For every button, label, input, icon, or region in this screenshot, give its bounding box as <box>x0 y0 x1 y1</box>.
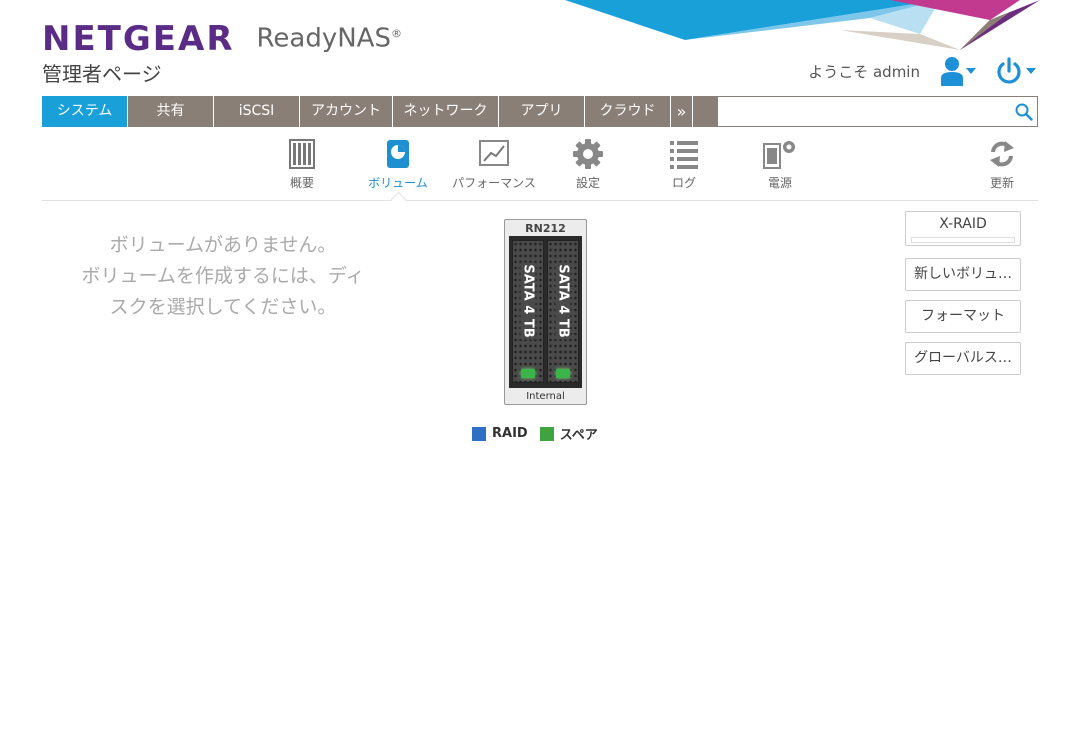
disk-bays: SATA 4 TB SATA 4 TB <box>509 236 582 388</box>
gear-icon <box>573 139 603 169</box>
subnav-label: パフォーマンス <box>452 176 536 190</box>
disk-status-led <box>556 369 570 378</box>
subnav-label: 概要 <box>289 176 314 190</box>
subnav-logs[interactable]: ログ <box>664 136 704 191</box>
subnav-label: 更新 <box>989 176 1014 190</box>
chevron-down-icon <box>1026 68 1036 74</box>
active-pointer <box>390 191 407 208</box>
disk-status-led <box>521 369 535 378</box>
tab-iscsi[interactable]: iSCSI <box>214 96 300 127</box>
disk-bay-1[interactable]: SATA 4 TB <box>512 240 544 383</box>
overview-icon <box>289 139 315 169</box>
subnav-settings[interactable]: 設定 <box>568 136 608 191</box>
device-location: Internal <box>526 391 565 402</box>
page-title: 管理者ページ <box>42 62 162 86</box>
power-menu-button[interactable] <box>994 56 1036 86</box>
raid-swatch <box>472 426 486 441</box>
disk-label: SATA 4 TB <box>520 262 536 340</box>
search-box <box>717 96 1038 127</box>
user-bar: ようこそ admin <box>808 56 1036 86</box>
performance-icon <box>479 140 509 166</box>
subnav-volumes[interactable]: ボリューム <box>364 136 432 191</box>
netgear-logo: NETGEAR <box>42 18 235 59</box>
legend-raid: RAID <box>492 426 528 441</box>
main-nav: システム 共有 iSCSI アカウント ネットワーク アプリ クラウド » <box>42 96 1038 127</box>
tab-system[interactable]: システム <box>42 96 128 127</box>
xraid-label: X-RAID <box>939 216 987 232</box>
legend-spare: スペア <box>559 428 598 443</box>
new-volume-button[interactable]: 新しいボリュ… <box>905 258 1021 291</box>
xraid-toggle[interactable]: X-RAID <box>905 211 1021 246</box>
device-model: RN212 <box>525 222 566 235</box>
volume-icon <box>387 140 409 168</box>
sub-nav: 概要 ボリューム パフォーマンス 設定 ログ 電源 更新 <box>42 136 1038 208</box>
nas-device: RN212 SATA 4 TB SATA 4 TB Internal <box>504 219 587 405</box>
product-name: ReadyNAS® <box>256 23 402 54</box>
user-icon <box>941 57 963 86</box>
nav-spacer <box>693 96 717 127</box>
brand: NETGEAR ReadyNAS® <box>42 14 402 59</box>
subnav-overview[interactable]: 概要 <box>282 136 322 191</box>
power-settings-icon <box>763 141 795 169</box>
no-volume-message: ボリュームがありません。 ボリュームを作成するには、ディ スクを選択してください… <box>58 230 388 323</box>
tab-network[interactable]: ネットワーク <box>393 96 499 127</box>
message-line: ボリュームがありません。 <box>109 234 337 256</box>
disk-bay-2[interactable]: SATA 4 TB <box>547 240 579 383</box>
tab-cloud[interactable]: クラウド <box>585 96 671 127</box>
disk-label: SATA 4 TB <box>555 262 571 340</box>
welcome-text: ようこそ admin <box>808 62 920 81</box>
search-input[interactable] <box>718 97 1011 126</box>
refresh-icon <box>990 141 1014 167</box>
message-line: スクを選択してください。 <box>109 296 337 318</box>
subnav-performance[interactable]: パフォーマンス <box>446 136 542 191</box>
subnav-label: 電源 <box>767 176 792 190</box>
user-menu-button[interactable] <box>940 56 976 86</box>
more-tabs-button[interactable]: » <box>671 96 693 127</box>
power-icon <box>997 57 1021 84</box>
subnav-refresh[interactable]: 更新 <box>982 136 1022 191</box>
spare-swatch <box>539 426 554 441</box>
tab-accounts[interactable]: アカウント <box>300 96 393 127</box>
message-line: ボリュームを作成するには、ディ <box>81 265 365 287</box>
search-icon[interactable] <box>1011 98 1037 126</box>
subnav-label: ログ <box>671 176 696 190</box>
chevron-down-icon <box>966 68 976 74</box>
tab-shares[interactable]: 共有 <box>128 96 214 127</box>
banner-decoration <box>565 0 1040 50</box>
disk-legend: RAID スペア <box>472 424 598 443</box>
global-settings-button[interactable]: グローバルス… <box>905 342 1021 375</box>
subnav-label: ボリューム <box>368 176 428 190</box>
format-button[interactable]: フォーマット <box>905 300 1021 333</box>
subnav-power[interactable]: 電源 <box>760 136 800 191</box>
log-icon <box>670 141 698 169</box>
xraid-bar <box>911 237 1015 243</box>
tab-apps[interactable]: アプリ <box>499 96 585 127</box>
subnav-label: 設定 <box>575 176 600 190</box>
